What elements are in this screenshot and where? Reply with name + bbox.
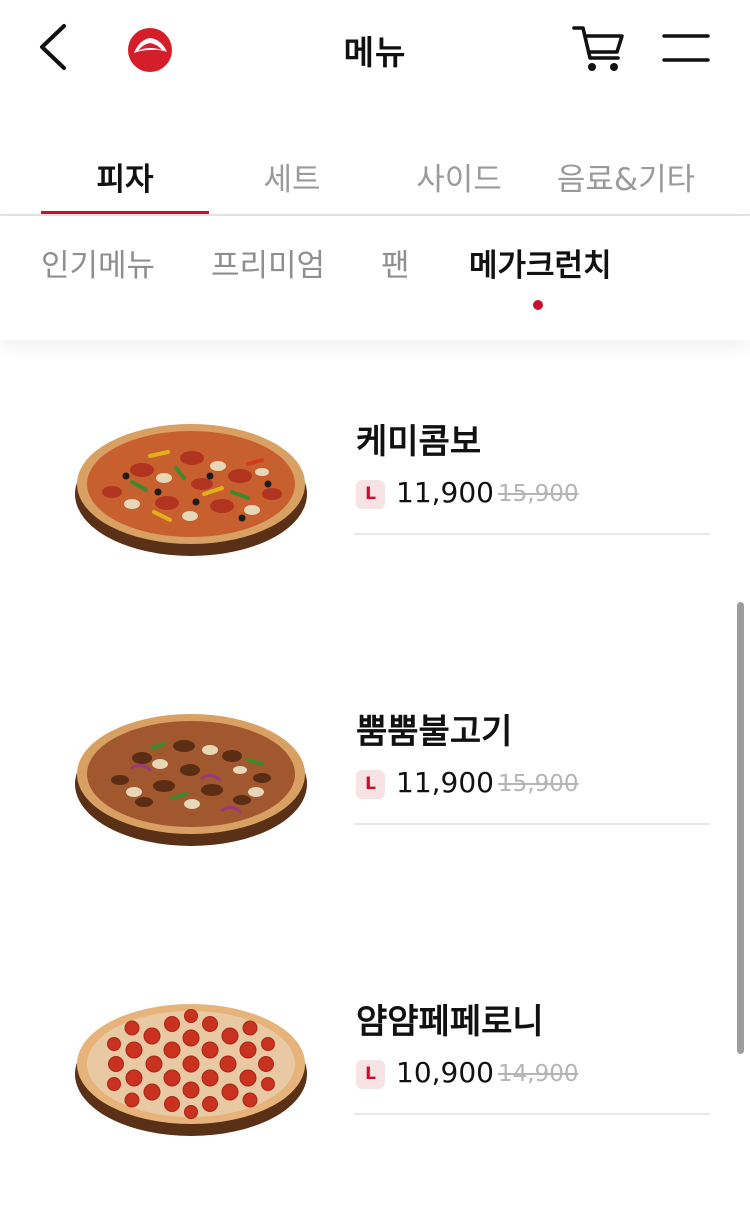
cart-button[interactable] (570, 22, 628, 76)
sub-category-tabs: 인기메뉴 프리미엄 팬 메가크런치 (0, 216, 750, 340)
tab-set[interactable]: 세트 (208, 154, 376, 199)
item-divider (354, 1113, 710, 1115)
product-name: 뿜뿜불고기 (356, 712, 513, 752)
product-price: 11,900 (396, 766, 494, 799)
size-badge: L (356, 480, 385, 509)
product-name: 얌얌페페로니 (356, 1002, 544, 1042)
product-item[interactable]: 뿜뿜불고기 L 11,900 15,900 (0, 630, 750, 920)
pizza-image (75, 424, 307, 556)
subtab-popular[interactable]: 인기메뉴 (41, 240, 155, 285)
tab-drinks-etc[interactable]: 음료&기타 (542, 154, 710, 199)
product-item[interactable]: 케미콤보 L 11,900 15,900 (0, 340, 750, 630)
hamburger-menu-icon (662, 34, 710, 62)
pizza-image (75, 1004, 307, 1136)
active-tab-underline (41, 211, 209, 214)
product-name: 케미콤보 (356, 422, 482, 462)
product-original-price: 15,900 (498, 771, 579, 797)
category-tabs: 피자 세트 사이드 음료&기타 (0, 140, 750, 216)
pizza-image (75, 714, 307, 846)
subtab-premium[interactable]: 프리미엄 (211, 240, 325, 285)
size-badge: L (356, 1060, 385, 1089)
product-price: 10,900 (396, 1056, 494, 1089)
item-divider (354, 823, 710, 825)
active-subtab-dot (533, 300, 543, 310)
subtab-mega-crunch[interactable]: 메가크런치 (469, 240, 612, 285)
page-title: 메뉴 (343, 33, 407, 72)
product-original-price: 15,900 (498, 481, 579, 507)
size-badge: L (356, 770, 385, 799)
tab-pizza[interactable]: 피자 (41, 154, 209, 199)
tab-side[interactable]: 사이드 (375, 154, 543, 199)
product-price: 11,900 (396, 476, 494, 509)
hamburger-menu-button[interactable] (660, 30, 712, 70)
top-bar: 메뉴 (0, 0, 750, 100)
subtab-pan[interactable]: 팬 (381, 240, 410, 285)
product-list: 케미콤보 L 11,900 15,900 뿜뿜불고기 L 11,900 15,9… (0, 340, 750, 1188)
product-item[interactable]: 얌얌페페로니 L 10,900 14,900 (0, 920, 750, 1210)
cart-icon (572, 26, 624, 71)
item-divider (354, 533, 710, 535)
scrollbar[interactable] (737, 602, 744, 1054)
product-original-price: 14,900 (498, 1061, 579, 1087)
